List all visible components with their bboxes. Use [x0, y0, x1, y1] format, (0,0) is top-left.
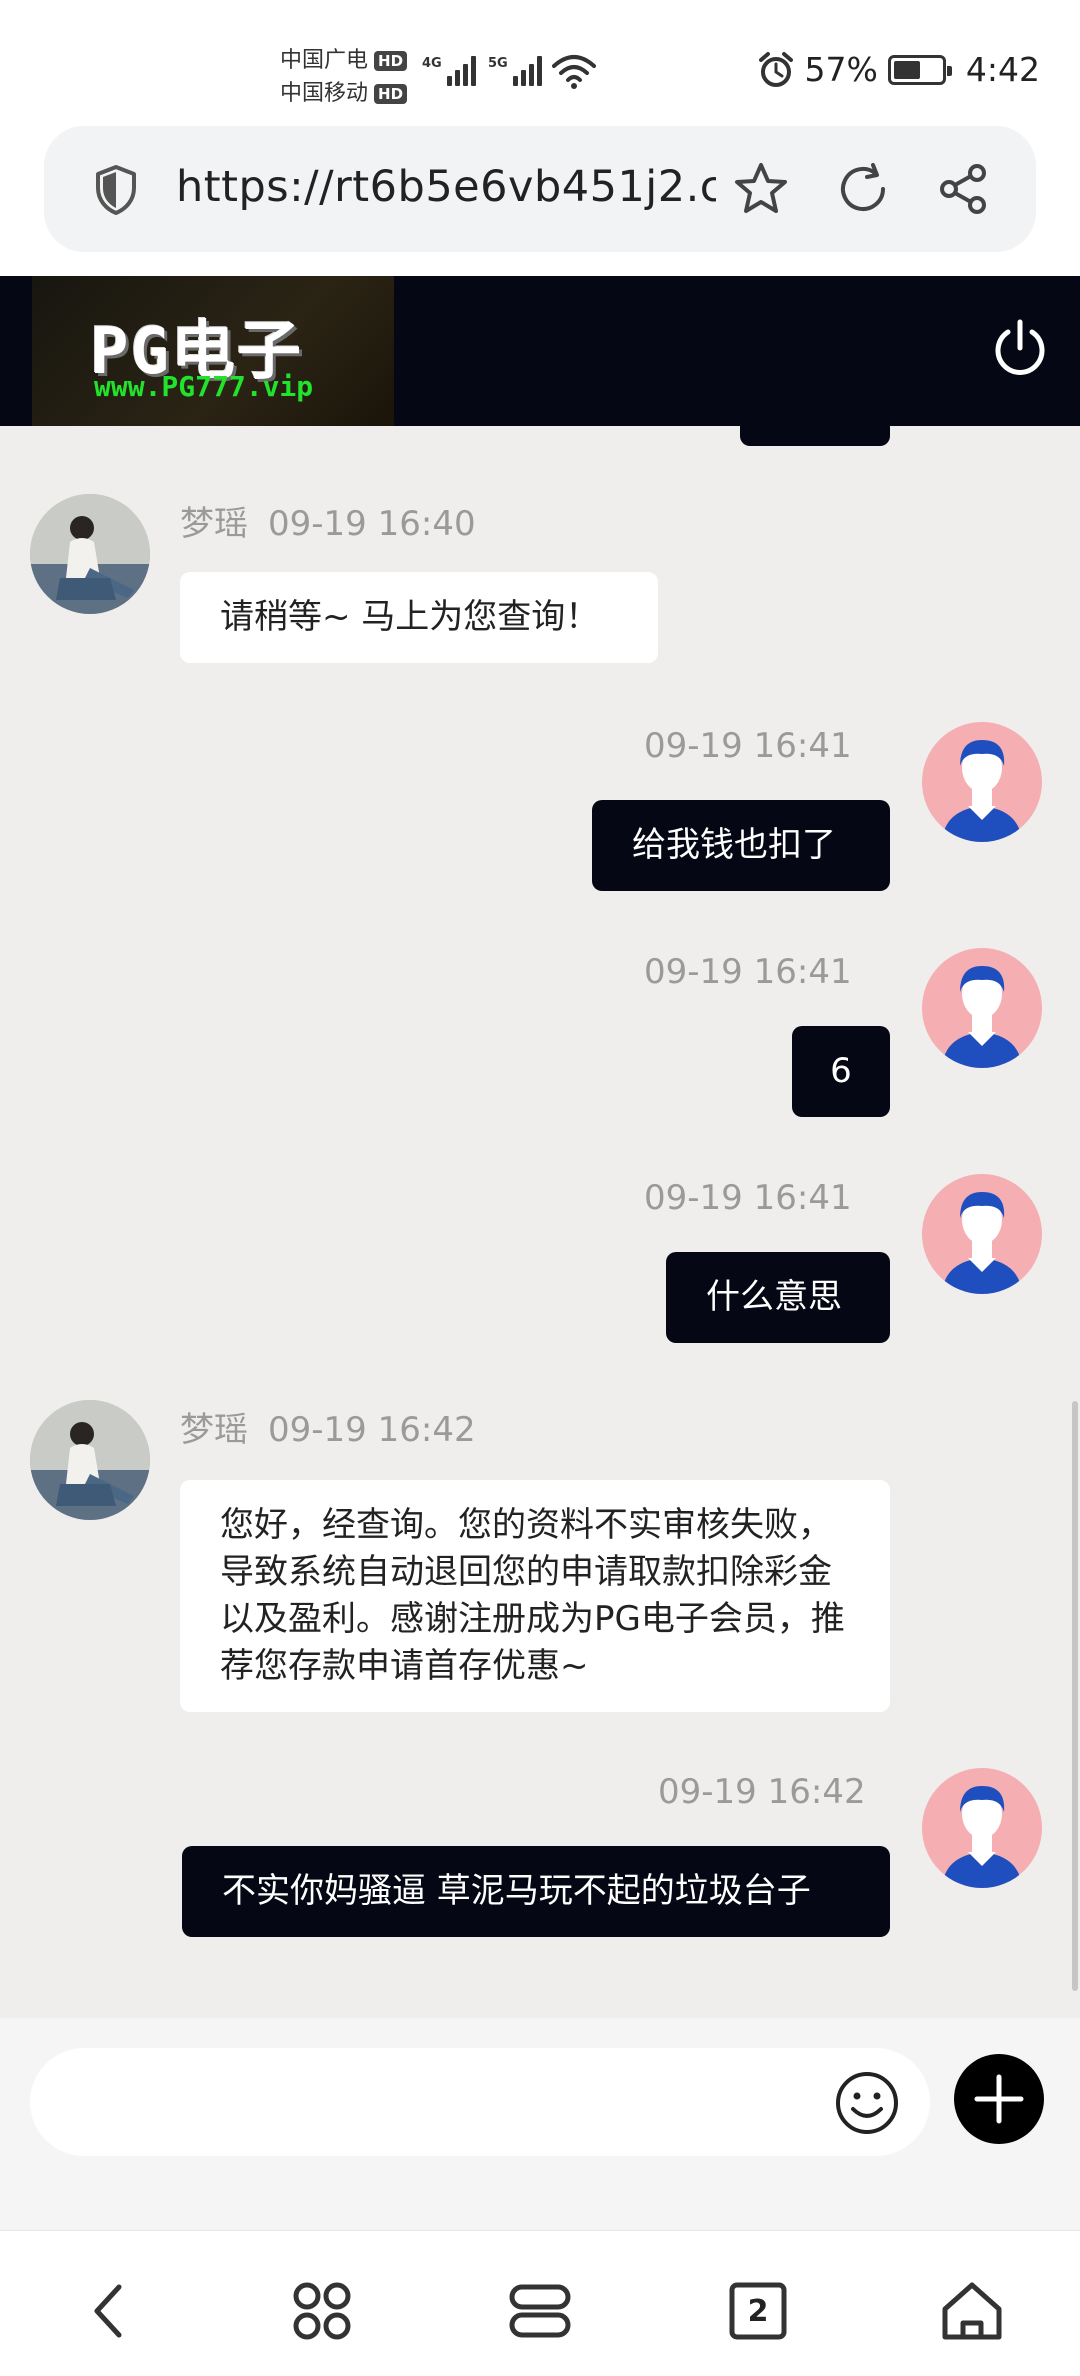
- network-type-1: 4G: [422, 56, 442, 71]
- menu-icon: [509, 2284, 571, 2338]
- message-meta: 梦瑶 09-19 16:40: [180, 496, 476, 545]
- site-logo[interactable]: PG电子 www.PG777.vip: [32, 276, 394, 426]
- star-icon: [735, 163, 787, 213]
- hd-badge: HD: [374, 50, 408, 71]
- message-bubble: 什么意思: [666, 1252, 890, 1343]
- apps-icon: [293, 2282, 351, 2340]
- refresh-button[interactable]: [830, 156, 896, 222]
- message-time: 09-19 16:40: [268, 504, 476, 544]
- user-avatar[interactable]: [922, 722, 1042, 842]
- chat-area[interactable]: 梦瑶 09-19 16:40 请稍等~ 马上为您查询！ 09-19 16:41 给…: [0, 426, 1080, 2018]
- scrollbar[interactable]: [1072, 1401, 1078, 1991]
- address-bar[interactable]: https://rt6b5e6vb451j2.c: [44, 126, 1036, 252]
- message-bubble: 您好，经查询。您的资料不实审核失败，导致系统自动退回您的申请取款扣除彩金以及盈利…: [180, 1480, 890, 1712]
- agent-avatar[interactable]: [30, 494, 150, 614]
- message-bubble: 6: [792, 1026, 890, 1117]
- home-icon: [942, 2282, 1002, 2340]
- message-time: 09-19 16:41: [644, 1178, 852, 1218]
- share-button[interactable]: [930, 156, 996, 222]
- message-bubble: 请稍等~ 马上为您查询！: [180, 572, 658, 663]
- logo-subtitle: www.PG777.vip: [94, 370, 314, 403]
- menu-button[interactable]: [500, 2271, 580, 2351]
- user-avatar-image: [942, 1786, 1022, 1888]
- battery-percent: 57%: [804, 50, 878, 89]
- composer: [0, 2018, 1080, 2230]
- power-icon[interactable]: [988, 316, 1052, 380]
- alarm-icon: [758, 51, 793, 87]
- url-text[interactable]: https://rt6b5e6vb451j2.c: [176, 162, 716, 212]
- hd-badge: HD: [374, 83, 408, 104]
- status-right: 57% 4:42: [757, 50, 1040, 89]
- tabs-count: 2: [747, 2293, 769, 2329]
- user-avatar[interactable]: [922, 948, 1042, 1068]
- shield-icon[interactable]: [94, 164, 138, 216]
- sender-name: 梦瑶: [180, 1410, 248, 1450]
- apps-button[interactable]: [282, 2271, 362, 2351]
- back-button[interactable]: [68, 2271, 148, 2351]
- back-icon: [94, 2284, 122, 2338]
- signal-icon: 4G: [422, 56, 476, 86]
- message-bubble: 给我钱也扣了: [592, 800, 890, 891]
- status-bar: 中国广电 HD 中国移动 HD 4G 5G 57% 4:42: [0, 0, 1080, 120]
- share-icon: [940, 164, 986, 214]
- agent-avatar[interactable]: [30, 1400, 150, 1520]
- plus-icon: [974, 2074, 1024, 2124]
- tabs-button[interactable]: 2: [718, 2271, 798, 2351]
- message-time: 09-19 16:42: [658, 1772, 866, 1812]
- user-avatar-image: [942, 966, 1022, 1068]
- emoji-icon[interactable]: [832, 2068, 902, 2138]
- bookmark-button[interactable]: [728, 156, 794, 222]
- battery-icon: [887, 54, 952, 85]
- site-header: PG电子 www.PG777.vip: [0, 276, 1080, 426]
- user-avatar-image: [942, 740, 1022, 842]
- message-bubble: 不实你妈骚逼 草泥马玩不起的垃圾台子: [182, 1846, 890, 1937]
- message-meta: 梦瑶 09-19 16:42: [180, 1402, 476, 1451]
- add-button[interactable]: [954, 2054, 1044, 2144]
- carrier-info: 中国广电 HD 中国移动 HD: [280, 44, 408, 110]
- agent-avatar-image: [30, 1400, 150, 1520]
- signal-icon: 5G: [488, 56, 542, 86]
- sender-name: 梦瑶: [180, 504, 248, 544]
- carrier-2: 中国移动: [280, 81, 369, 106]
- message-input[interactable]: [30, 2048, 930, 2156]
- home-button[interactable]: [932, 2271, 1012, 2351]
- agent-avatar-image: [30, 494, 150, 614]
- network-type-2: 5G: [488, 56, 508, 71]
- refresh-icon: [841, 163, 885, 211]
- clock: 4:42: [965, 50, 1040, 89]
- message-time: 09-19 16:42: [268, 1410, 476, 1450]
- message-time: 09-19 16:41: [644, 726, 852, 766]
- user-avatar[interactable]: [922, 1768, 1042, 1888]
- carrier-1: 中国广电: [280, 48, 369, 73]
- user-avatar[interactable]: [922, 1174, 1042, 1294]
- message-bubble-partial: [740, 426, 890, 446]
- wifi-icon: [552, 55, 596, 89]
- user-avatar-image: [942, 1192, 1022, 1294]
- message-time: 09-19 16:41: [644, 952, 852, 992]
- bottom-nav: 2: [0, 2230, 1080, 2376]
